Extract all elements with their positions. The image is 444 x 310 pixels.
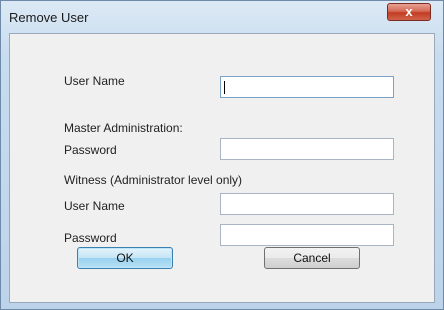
cancel-button[interactable]: Cancel bbox=[264, 247, 360, 269]
text-caret bbox=[224, 81, 225, 94]
close-icon: x bbox=[405, 4, 413, 19]
dialog-body: User Name Master Administration: Passwor… bbox=[9, 33, 435, 303]
witness-password-input[interactable] bbox=[220, 224, 394, 246]
remove-user-dialog: Remove User x User Name Master Administr… bbox=[0, 0, 444, 310]
master-administration-heading: Master Administration: bbox=[64, 121, 183, 135]
window-title: Remove User bbox=[9, 10, 89, 25]
title-bar[interactable]: Remove User x bbox=[1, 1, 443, 33]
witness-password-label: Password bbox=[64, 231, 117, 245]
master-password-label: Password bbox=[64, 143, 117, 157]
user-name-label: User Name bbox=[64, 74, 125, 88]
close-button[interactable]: x bbox=[387, 3, 431, 21]
witness-user-name-label: User Name bbox=[64, 199, 125, 213]
witness-user-name-input[interactable] bbox=[220, 193, 394, 215]
ok-button[interactable]: OK bbox=[77, 247, 173, 269]
master-password-input[interactable] bbox=[220, 138, 394, 160]
user-name-input[interactable] bbox=[220, 76, 394, 98]
witness-heading: Witness (Administrator level only) bbox=[64, 173, 243, 187]
